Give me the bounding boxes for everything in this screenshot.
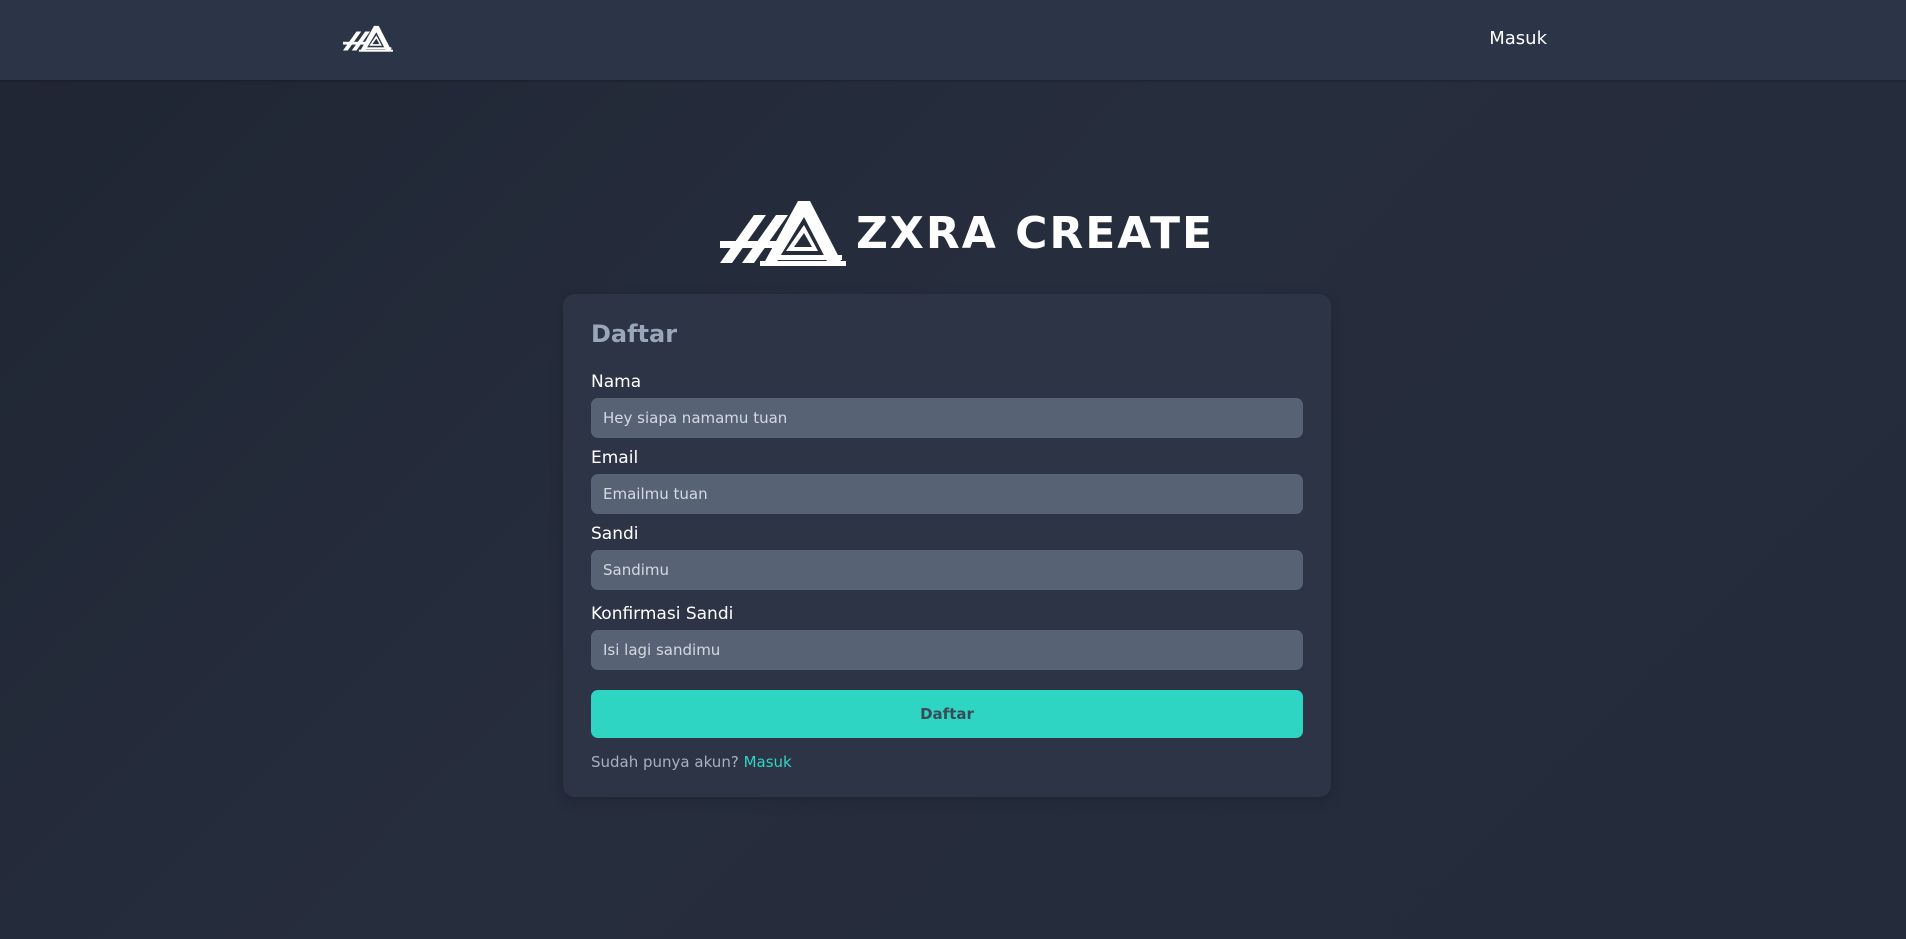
logo-icon[interactable] bbox=[343, 24, 393, 54]
register-button[interactable]: Daftar bbox=[591, 690, 1303, 738]
confirm-password-label: Konfirmasi Sandi bbox=[591, 604, 734, 624]
logo-icon bbox=[720, 201, 846, 266]
name-input[interactable] bbox=[591, 398, 1303, 438]
login-prompt-text: Sudah punya akun? bbox=[591, 753, 739, 771]
nav-login-link[interactable]: Masuk bbox=[1489, 28, 1547, 49]
login-link[interactable]: Masuk bbox=[744, 753, 792, 771]
navbar: Masuk bbox=[0, 0, 1906, 80]
confirm-password-input[interactable] bbox=[591, 630, 1303, 670]
password-input[interactable] bbox=[591, 550, 1303, 590]
email-label: Email bbox=[591, 448, 639, 468]
login-prompt: Sudah punya akun? Masuk bbox=[591, 753, 792, 771]
brand-name: ZXRA CREATE bbox=[856, 208, 1215, 259]
brand-logo: ZXRA CREATE bbox=[720, 200, 1212, 268]
name-label: Nama bbox=[591, 372, 642, 392]
email-input[interactable] bbox=[591, 474, 1303, 514]
card-title: Daftar bbox=[591, 320, 678, 348]
password-label: Sandi bbox=[591, 524, 639, 544]
register-card: Daftar Nama Email Sandi Konfirmasi Sandi… bbox=[563, 294, 1331, 797]
